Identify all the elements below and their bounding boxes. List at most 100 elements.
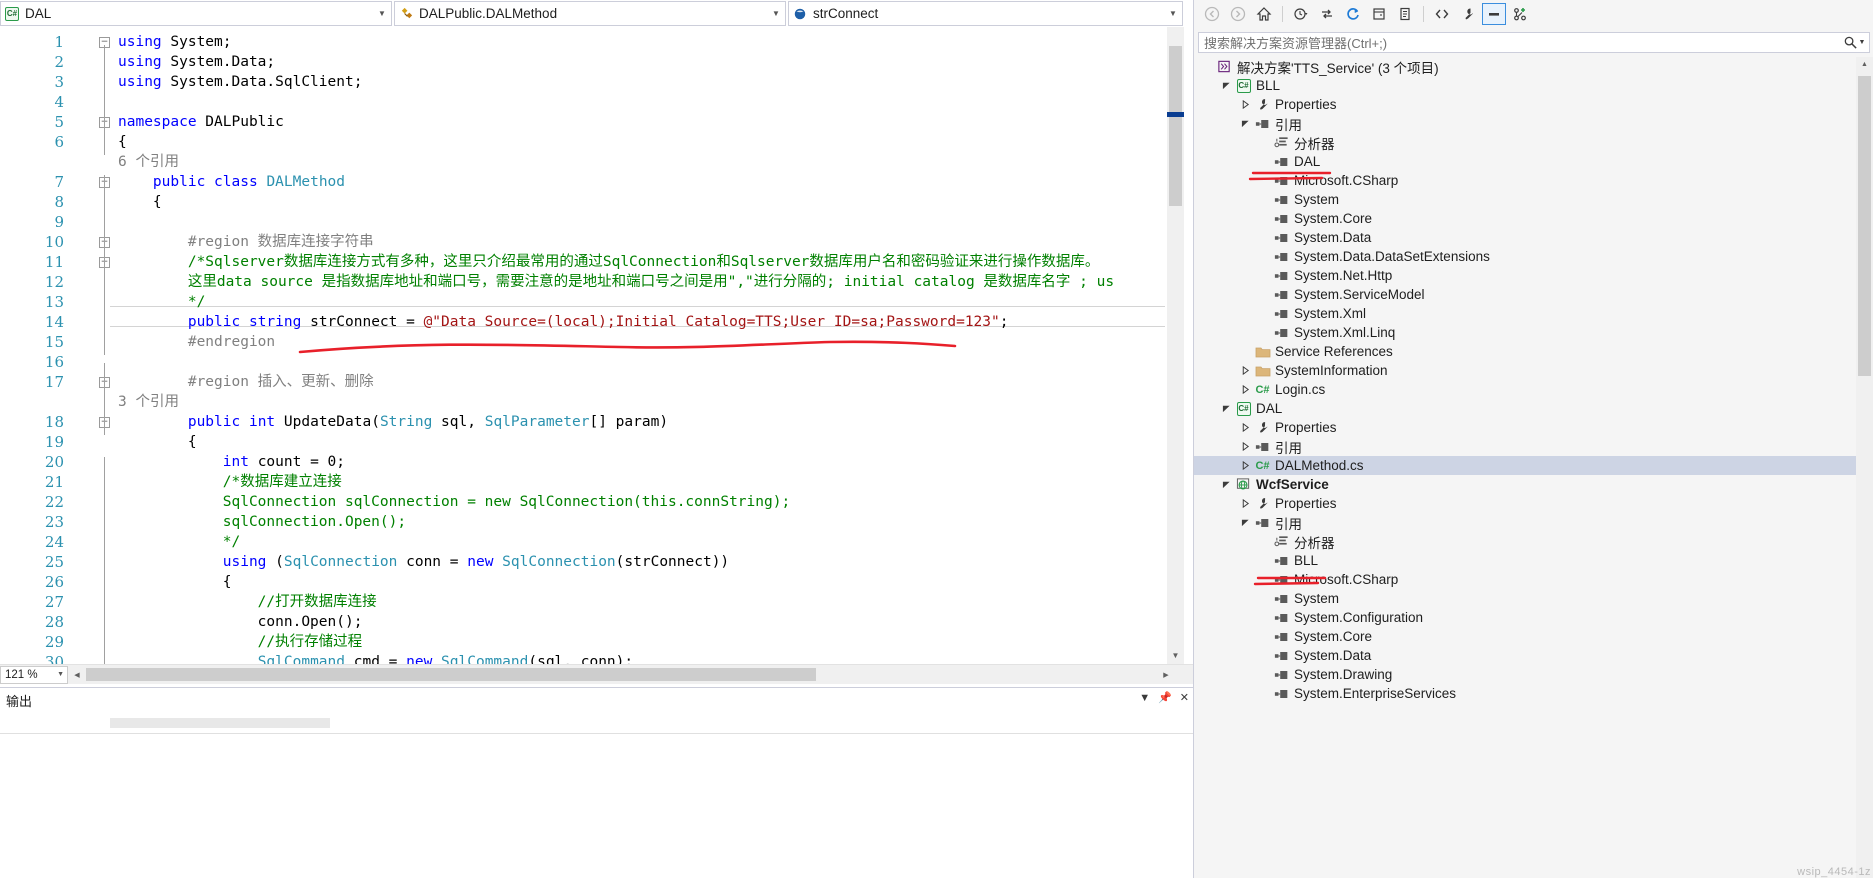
back-icon[interactable]: [1200, 3, 1224, 25]
code-line[interactable]: {: [118, 432, 197, 452]
chevron-down-icon[interactable]: ▼: [1139, 692, 1150, 704]
code-line[interactable]: 6 个引用: [118, 152, 179, 172]
refresh-icon[interactable]: [1341, 3, 1365, 25]
tree-item[interactable]: System.Xml.Linq: [1194, 323, 1856, 342]
project-dropdown[interactable]: C# DAL ▼: [0, 1, 392, 26]
tree-item[interactable]: 引用: [1194, 114, 1856, 133]
collapse-all-icon[interactable]: [1367, 3, 1391, 25]
tree-item[interactable]: WcfService: [1194, 475, 1856, 494]
tree-item[interactable]: 分析器: [1194, 133, 1856, 152]
scroll-left-arrow[interactable]: ◀: [70, 668, 84, 681]
expander-expanded-icon[interactable]: [1219, 404, 1234, 413]
tree-item[interactable]: C# DAL: [1194, 399, 1856, 418]
code-line[interactable]: public int UpdateData(String sql, SqlPar…: [118, 412, 668, 432]
expander-collapsed-icon[interactable]: [1238, 423, 1253, 432]
chevron-down-icon[interactable]: ▼: [57, 671, 64, 678]
code-line[interactable]: using System;: [118, 32, 232, 52]
code-line[interactable]: sqlConnection.Open();: [118, 512, 406, 532]
code-line[interactable]: #region 数据库连接字符串: [118, 232, 374, 252]
code-line[interactable]: int count = 0;: [118, 452, 345, 472]
output-source-selector[interactable]: [110, 718, 330, 728]
expander-collapsed-icon[interactable]: [1238, 461, 1253, 470]
add-to-source-control-icon[interactable]: [1508, 3, 1532, 25]
tree-item[interactable]: Microsoft.CSharp: [1194, 171, 1856, 190]
tree-item[interactable]: 解决方案'TTS_Service' (3 个项目): [1194, 57, 1856, 76]
code-line[interactable]: conn.Open();: [118, 612, 363, 632]
code-line[interactable]: SqlConnection sqlConnection = new SqlCon…: [118, 492, 790, 512]
expander-collapsed-icon[interactable]: [1238, 499, 1253, 508]
expander-collapsed-icon[interactable]: [1238, 366, 1253, 375]
chevron-down-icon[interactable]: ▼: [1164, 9, 1182, 18]
chevron-down-icon[interactable]: ▼: [767, 9, 785, 18]
expander-expanded-icon[interactable]: [1238, 518, 1253, 527]
tree-item[interactable]: System.Net.Http: [1194, 266, 1856, 285]
code-line[interactable]: 3 个引用: [118, 392, 179, 412]
expander-expanded-icon[interactable]: [1219, 81, 1234, 90]
tree-item[interactable]: System.Core: [1194, 209, 1856, 228]
editor-scroll-thumb[interactable]: [1169, 46, 1182, 206]
code-editor[interactable]: 1 2 3 4 5 6 7 8 9 10 11 12 13 14 15 16 17 18 19 20 21 22 23 24 2…: [0, 27, 1193, 664]
type-dropdown[interactable]: DALPublic.DALMethod ▼: [394, 1, 786, 26]
tree-item[interactable]: System: [1194, 589, 1856, 608]
code-line[interactable]: public string strConnect = @"Data Source…: [118, 312, 1009, 332]
view-code-icon[interactable]: [1430, 3, 1454, 25]
code-line[interactable]: public class DALMethod: [118, 172, 345, 192]
solution-scroll-up-arrow[interactable]: ▲: [1856, 57, 1873, 72]
tree-item[interactable]: System.Core: [1194, 627, 1856, 646]
properties-icon[interactable]: [1456, 3, 1480, 25]
code-line[interactable]: {: [118, 192, 162, 212]
code-line[interactable]: /*数据库建立连接: [118, 472, 342, 492]
tree-item[interactable]: C# Login.cs: [1194, 380, 1856, 399]
tree-item-selected[interactable]: C# DALMethod.cs: [1194, 456, 1856, 475]
code-line[interactable]: SqlCommand cmd = new SqlCommand(sql, con…: [118, 652, 633, 664]
pin-icon[interactable]: 📌: [1158, 691, 1172, 704]
code-line[interactable]: */: [118, 292, 205, 312]
tree-item[interactable]: 引用: [1194, 513, 1856, 532]
tree-item[interactable]: 分析器: [1194, 532, 1856, 551]
show-all-files-icon[interactable]: [1393, 3, 1417, 25]
scroll-right-arrow[interactable]: ▶: [1159, 668, 1173, 681]
code-line[interactable]: //打开数据库连接: [118, 592, 377, 612]
tree-item[interactable]: System.Drawing: [1194, 665, 1856, 684]
code-line[interactable]: {: [118, 132, 127, 152]
code-line[interactable]: */: [118, 532, 240, 552]
tree-item[interactable]: 引用: [1194, 437, 1856, 456]
expander-collapsed-icon[interactable]: [1238, 442, 1253, 451]
scroll-down-arrow[interactable]: ▼: [1167, 647, 1184, 664]
tree-item[interactable]: System.Configuration: [1194, 608, 1856, 627]
tree-item[interactable]: System.Xml: [1194, 304, 1856, 323]
tree-item[interactable]: System.Data: [1194, 646, 1856, 665]
zoom-level-selector[interactable]: 121 % ▼: [0, 665, 68, 684]
member-dropdown[interactable]: strConnect ▼: [788, 1, 1183, 26]
code-line[interactable]: #region 插入、更新、删除: [118, 372, 374, 392]
expander-collapsed-icon[interactable]: [1238, 385, 1253, 394]
solution-tree[interactable]: 解决方案'TTS_Service' (3 个项目) C# BLL Properties…: [1194, 57, 1856, 878]
close-icon[interactable]: ✕: [1180, 691, 1189, 704]
tree-item[interactable]: Properties: [1194, 494, 1856, 513]
tree-item[interactable]: C# BLL: [1194, 76, 1856, 95]
tree-item[interactable]: DAL: [1194, 152, 1856, 171]
code-line[interactable]: {: [118, 572, 232, 592]
tree-item[interactable]: BLL: [1194, 551, 1856, 570]
expander-expanded-icon[interactable]: [1219, 480, 1234, 489]
search-icon[interactable]: ▼: [1839, 35, 1869, 50]
code-line[interactable]: using System.Data.SqlClient;: [118, 72, 362, 92]
tree-item[interactable]: System.Data: [1194, 228, 1856, 247]
code-line[interactable]: using System.Data;: [118, 52, 275, 72]
preview-selected-items-icon[interactable]: [1482, 3, 1506, 25]
solution-search-box[interactable]: 搜索解决方案资源管理器(Ctrl+;) ▼: [1198, 32, 1870, 53]
code-line[interactable]: namespace DALPublic: [118, 112, 284, 132]
editor-horizontal-scrollbar[interactable]: ◀ ▶: [70, 666, 1193, 683]
forward-icon[interactable]: [1226, 3, 1250, 25]
expander-expanded-icon[interactable]: [1238, 119, 1253, 128]
tree-item[interactable]: SystemInformation: [1194, 361, 1856, 380]
solution-scroll-thumb[interactable]: [1858, 76, 1871, 376]
code-text-area[interactable]: − using System; using System.Data; using Sy…: [0, 27, 1165, 664]
tree-item[interactable]: Properties: [1194, 95, 1856, 114]
code-line[interactable]: #endregion: [118, 332, 275, 352]
code-line[interactable]: /*Sqlserver数据库连接方式有多种，这里只介绍最常用的通过SqlConn…: [118, 252, 1100, 272]
tree-item[interactable]: System.Data.DataSetExtensions: [1194, 247, 1856, 266]
tree-item[interactable]: System: [1194, 190, 1856, 209]
horizontal-scroll-thumb[interactable]: [86, 668, 816, 681]
tree-item[interactable]: Properties: [1194, 418, 1856, 437]
